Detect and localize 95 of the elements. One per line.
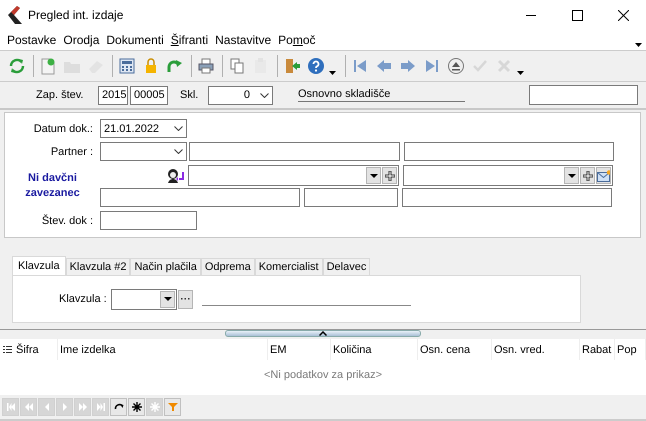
cross-icon — [495, 57, 513, 75]
year-field[interactable]: 2015 — [98, 86, 128, 104]
next-icon — [399, 57, 417, 75]
warehouse-dropdown[interactable]: 0 — [208, 86, 273, 104]
input-field[interactable] — [304, 188, 398, 207]
chevron-down-icon — [260, 92, 269, 98]
document-number-label: Štev. dok : — [40, 214, 93, 226]
dropdown-arrow-icon — [370, 174, 378, 178]
menu-item[interactable]: Postavke — [4, 32, 60, 48]
dropdown-arrow-icon — [164, 297, 172, 301]
empty-message: <Ni podatkov za prikaz> — [264, 369, 382, 383]
asterisk-icon — [150, 402, 160, 412]
column-header[interactable]: Količina — [331, 339, 418, 360]
refresh-icon — [114, 402, 124, 412]
copy-icon — [228, 57, 246, 75]
date-label: Datum dok.: — [32, 122, 93, 134]
clause-combo[interactable] — [111, 288, 177, 310]
new-document-icon — [39, 57, 57, 75]
person-arrow-icon — [166, 168, 186, 184]
chevron-down-icon — [174, 126, 183, 131]
dropdown-caret-icon — [329, 71, 336, 75]
tax-status-label: Ni davčni zavezanec — [24, 171, 81, 201]
last-icon — [96, 402, 106, 412]
overflow-caret-icon — [635, 43, 642, 47]
filter-icon — [168, 402, 178, 412]
exit-icon — [283, 57, 301, 75]
add-button[interactable] — [382, 167, 397, 184]
window-title: Pregled int. izdaje — [28, 8, 124, 22]
plus-icon — [582, 170, 592, 180]
add-button[interactable] — [580, 167, 595, 184]
column-header[interactable]: Pop — [615, 339, 646, 360]
dropdown-button[interactable] — [564, 167, 579, 184]
first-icon — [351, 57, 369, 75]
splitter-handle[interactable] — [225, 330, 421, 337]
number-field[interactable]: 00005 — [130, 86, 168, 104]
redo-icon — [166, 57, 184, 75]
dropdown-caret-icon — [517, 71, 524, 75]
calculator-icon — [118, 57, 136, 75]
input-field[interactable] — [404, 142, 614, 161]
contact-combo[interactable] — [403, 165, 613, 186]
tab[interactable]: Komercialist — [254, 258, 323, 275]
caret-up-icon — [319, 331, 327, 336]
column-header[interactable]: EM — [268, 339, 331, 360]
dropdown-button[interactable] — [160, 290, 175, 308]
dropdown-arrow-icon — [568, 174, 576, 178]
previous-page-icon — [24, 402, 34, 412]
refresh-button[interactable] — [110, 398, 127, 416]
input-field[interactable] — [100, 188, 300, 207]
close-icon — [618, 10, 628, 20]
help-icon — [307, 57, 325, 75]
next-page-icon — [78, 402, 88, 412]
menu-item[interactable]: Nastavitve — [212, 32, 274, 48]
date-picker[interactable]: 21.01.2022 — [100, 119, 187, 138]
dropdown-button[interactable] — [366, 167, 381, 184]
asterisk-icon — [132, 402, 142, 412]
first-icon — [6, 402, 16, 412]
tab[interactable]: Klavzula #2 — [66, 258, 130, 275]
tab[interactable]: Odprema — [200, 258, 255, 275]
eject-icon — [447, 57, 465, 75]
plus-icon — [384, 170, 394, 180]
last-icon — [423, 57, 441, 75]
browse-button[interactable] — [178, 290, 193, 308]
input-field[interactable] — [189, 142, 400, 161]
warehouse-label: Skl. — [180, 89, 200, 101]
previous-icon — [375, 57, 393, 75]
number-label: Zap. štev. — [36, 89, 84, 101]
refresh-icon — [8, 57, 26, 75]
menu-item[interactable]: Orodja — [60, 32, 102, 48]
partner-label: Partner : — [50, 146, 93, 158]
input-field[interactable] — [402, 188, 612, 207]
column-header[interactable]: Šifra — [14, 339, 58, 360]
tab[interactable]: Delavec — [322, 258, 370, 275]
column-header[interactable]: Ime izdelka — [58, 339, 268, 360]
chevron-down-icon — [174, 149, 183, 154]
column-header[interactable]: Osn. vred. — [492, 339, 580, 360]
tab[interactable]: Klavzula — [12, 256, 66, 275]
menu-item[interactable]: Dokumenti — [103, 32, 167, 48]
warehouse-name-text: Osnovno skladišče — [298, 88, 465, 102]
column-header[interactable]: Rabat — [580, 339, 615, 360]
menu-item[interactable]: Šifranti — [168, 32, 212, 48]
contact-combo[interactable] — [188, 165, 399, 186]
envelope-icon — [597, 170, 610, 182]
partner-dropdown[interactable] — [100, 142, 187, 161]
tab[interactable]: Način plačila — [130, 258, 201, 275]
document-number-field[interactable] — [100, 211, 197, 230]
asterisk-button[interactable] — [128, 398, 145, 416]
email-button[interactable] — [596, 167, 611, 184]
printer-icon — [197, 57, 215, 75]
clause-label: Klavzula : — [59, 293, 108, 305]
column-chooser-icon[interactable] — [3, 344, 12, 354]
maximize-icon — [572, 10, 582, 20]
app-icon — [8, 6, 22, 24]
search-field[interactable] — [529, 85, 638, 105]
menu-item[interactable]: Pomoč — [275, 32, 319, 48]
column-header[interactable]: Osn. cena — [418, 339, 492, 360]
